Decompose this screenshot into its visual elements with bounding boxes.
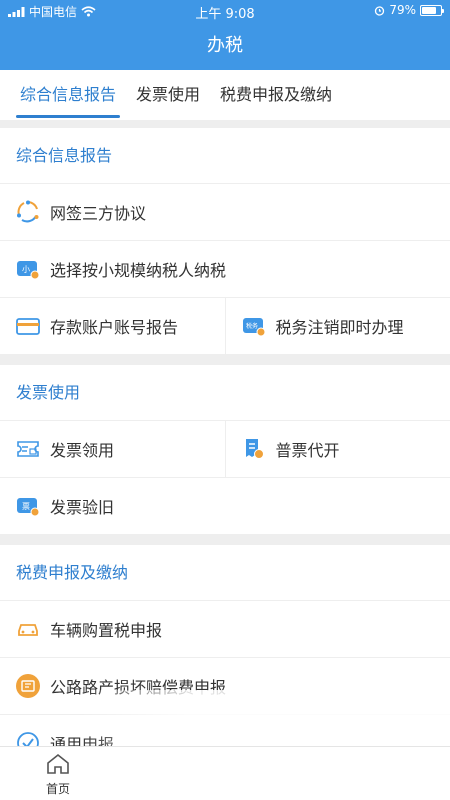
alarm-icon xyxy=(375,5,385,16)
content-list: 综合信息报告 网签三方协议 小 选择按小规模纳税人纳税 存款账户账号报告 税务 … xyxy=(0,128,450,782)
section-title: 综合信息报告 xyxy=(0,128,450,184)
bank-card-icon xyxy=(16,318,40,335)
tab-home[interactable]: 首页 xyxy=(30,753,86,797)
item-online-agreement[interactable]: 网签三方协议 xyxy=(0,184,450,240)
status-bar: 中国电信 上午 9:08 79% xyxy=(0,0,450,22)
item-vehicle-purchase-tax[interactable]: 车辆购置税申报 xyxy=(0,601,450,657)
tab-comprehensive-report[interactable]: 综合信息报告 xyxy=(10,70,126,120)
road-icon xyxy=(16,674,40,698)
invoice-verify-icon: 票 xyxy=(17,498,40,517)
car-icon xyxy=(18,624,38,636)
tab-home-label: 首页 xyxy=(45,782,70,796)
home-icon xyxy=(47,753,69,774)
status-right: 79% xyxy=(374,3,444,17)
small-scale-icon: 小 xyxy=(17,261,40,280)
svg-text:税务: 税务 xyxy=(245,322,257,330)
invoice-collect-icon xyxy=(17,441,39,457)
item-road-damage-compensation[interactable]: 公路路产损坏赔偿费申报 xyxy=(0,658,450,714)
tab-invoice-usage[interactable]: 发票使用 xyxy=(126,70,210,120)
item-tax-cancellation[interactable]: 税务 税务注销即时办理 xyxy=(224,298,450,354)
tab-tax-declaration[interactable]: 税费申报及缴纳 xyxy=(210,70,342,120)
invoice-issue-icon xyxy=(245,439,264,459)
item-invoice-collect[interactable]: 发票领用 xyxy=(0,421,225,477)
tab-bar-top: 综合信息报告 发票使用 税费申报及缴纳 xyxy=(0,70,450,120)
item-small-scale-taxpayer[interactable]: 小 选择按小规模纳税人纳税 xyxy=(0,241,450,297)
bottom-tab-bar: 首页 xyxy=(0,746,450,800)
svg-text:票: 票 xyxy=(22,502,30,511)
item-invoice-verify[interactable]: 票 发票验旧 xyxy=(0,478,450,534)
section-title: 发票使用 xyxy=(0,365,450,421)
item-bank-account-report[interactable]: 存款账户账号报告 xyxy=(0,298,225,354)
battery-icon xyxy=(420,4,444,16)
svg-text:小: 小 xyxy=(22,265,30,274)
nav-title: 办税 xyxy=(0,22,450,70)
item-invoice-issue[interactable]: 普票代开 xyxy=(224,421,450,477)
section-invoice-usage: 发票使用 发票领用 普票代开 票 发票验旧 xyxy=(0,365,450,535)
section-title: 税费申报及缴纳 xyxy=(0,545,450,601)
section-comprehensive-report: 综合信息报告 网签三方协议 小 选择按小规模纳税人纳税 存款账户账号报告 税务 … xyxy=(0,128,450,355)
agreement-icon xyxy=(17,200,39,223)
section-tax-declaration: 税费申报及缴纳 车辆购置税申报 公路路产损坏赔偿费申报 通用申报 xyxy=(0,545,450,772)
battery-percent: 79% xyxy=(389,3,416,17)
tax-cancel-icon: 税务 xyxy=(242,318,265,337)
